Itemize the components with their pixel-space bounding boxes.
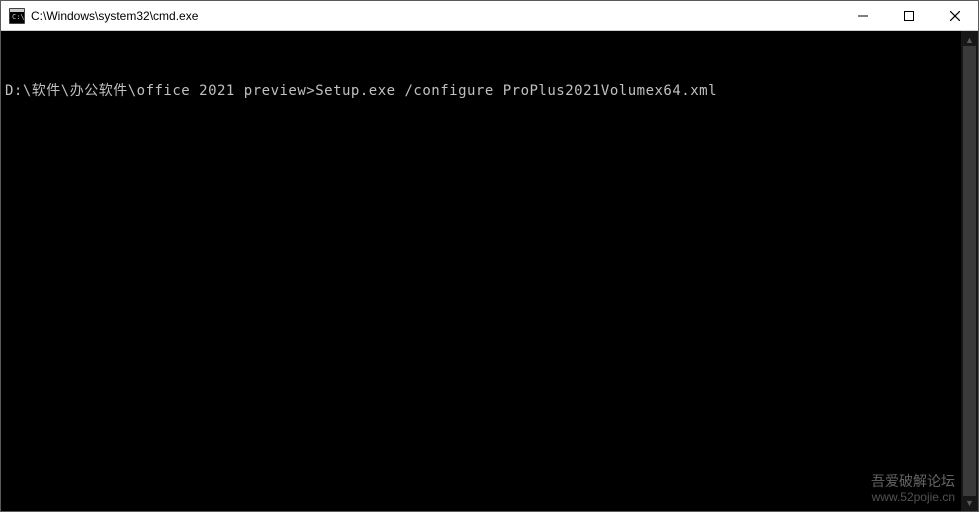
maximize-button[interactable] [886,1,932,30]
console-area: D:\软件\办公软件\office 2021 preview>Setup.exe… [1,31,978,511]
vertical-scrollbar[interactable]: ▲ ▼ [961,31,978,511]
close-button[interactable] [932,1,978,30]
window-controls [840,1,978,30]
minimize-button[interactable] [840,1,886,30]
svg-text:C:\: C:\ [12,13,25,21]
scroll-up-arrow[interactable]: ▲ [963,33,976,46]
command-line: D:\软件\办公软件\office 2021 preview>Setup.exe… [5,83,957,99]
window-title: C:\Windows\system32\cmd.exe [31,1,840,31]
scroll-down-arrow[interactable]: ▼ [963,496,976,509]
scroll-thumb[interactable] [963,46,976,496]
cmd-window: C:\ C:\Windows\system32\cmd.exe D:\软件\办公… [0,0,979,512]
console-output[interactable]: D:\软件\办公软件\office 2021 preview>Setup.exe… [1,31,961,511]
scroll-track[interactable] [961,46,978,496]
cmd-icon: C:\ [9,8,25,24]
titlebar[interactable]: C:\ C:\Windows\system32\cmd.exe [1,1,978,31]
